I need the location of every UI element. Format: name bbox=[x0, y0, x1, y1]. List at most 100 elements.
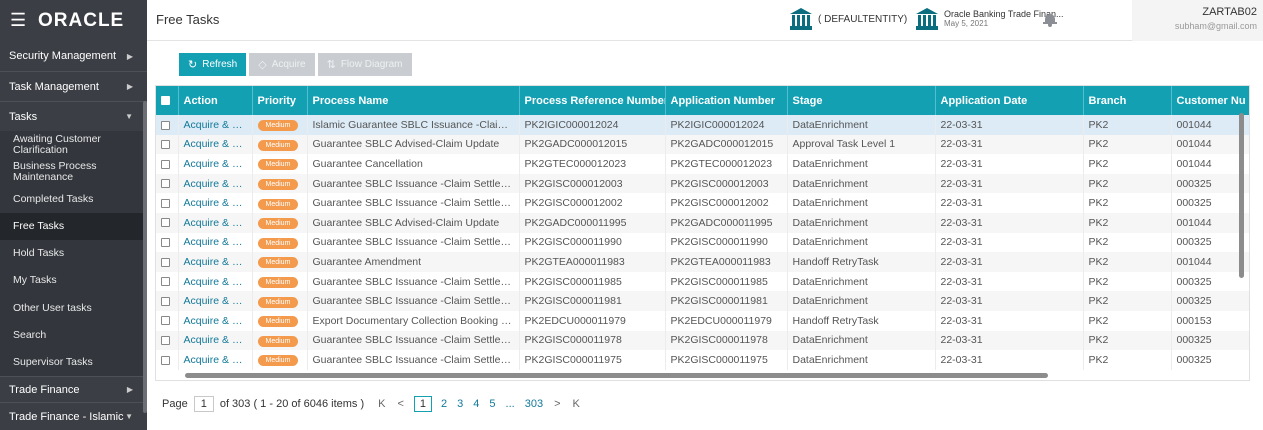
refresh-button[interactable]: ↻ Refresh bbox=[179, 53, 247, 76]
table-row[interactable]: Acquire & E... Medium Guarantee SBLC Issua… bbox=[156, 271, 1249, 292]
acquire-edit-link[interactable]: Acquire & E... bbox=[178, 310, 253, 331]
row-checkbox[interactable] bbox=[156, 330, 179, 351]
row-checkbox[interactable] bbox=[156, 232, 179, 253]
table-cell: Guarantee SBLC Issuance -Claim Settlemen… bbox=[307, 193, 520, 213]
page-ellipsis[interactable]: ... bbox=[506, 398, 515, 410]
column-header[interactable]: Process Name bbox=[307, 86, 520, 115]
priority-badge: Medium bbox=[257, 120, 299, 132]
table-cell: PK2 bbox=[1083, 115, 1172, 135]
table-row[interactable]: Acquire & E... Medium Guarantee SBLC Issua… bbox=[156, 173, 1249, 194]
row-checkbox[interactable] bbox=[156, 134, 179, 155]
table-cell: 22-03-31 bbox=[935, 193, 1084, 213]
acquire-edit-link[interactable]: Acquire & E... bbox=[178, 134, 253, 155]
row-checkbox[interactable] bbox=[156, 212, 179, 233]
hamburger-icon[interactable]: ☰ bbox=[10, 10, 32, 31]
bank-selector[interactable]: Oracle Banking Trade Finan... May 5, 202… bbox=[916, 8, 1064, 30]
sidebar-item-trade-finance-islamic[interactable]: Trade Finance - Islamic ▼ bbox=[0, 403, 147, 430]
page-link[interactable]: 5 bbox=[489, 398, 495, 410]
column-header[interactable]: Application Number bbox=[665, 86, 788, 115]
table-cell: PK2GISC000011978 bbox=[519, 330, 666, 351]
row-checkbox[interactable] bbox=[156, 252, 179, 272]
row-checkbox[interactable] bbox=[156, 115, 179, 135]
table-row[interactable]: Acquire & E... Medium Guarantee Amendment P… bbox=[156, 252, 1249, 272]
sidebar-item-search[interactable]: Search bbox=[0, 322, 147, 349]
acquire-edit-link[interactable]: Acquire & E... bbox=[178, 115, 253, 135]
page-link[interactable]: 3 bbox=[457, 398, 463, 410]
sidebar-item-task-management[interactable]: Task Management ▶ bbox=[0, 72, 147, 101]
acquire-edit-link[interactable]: Acquire & E... bbox=[178, 173, 253, 194]
page-link[interactable]: 303 bbox=[525, 398, 543, 410]
acquire-edit-link[interactable]: Acquire & E... bbox=[178, 154, 253, 174]
page-link-current[interactable]: 1 bbox=[413, 396, 433, 412]
column-header[interactable]: Application Date bbox=[935, 86, 1084, 115]
first-page-icon[interactable]: K bbox=[378, 398, 385, 410]
page-link[interactable]: 2 bbox=[441, 398, 447, 410]
last-page-icon[interactable]: K bbox=[573, 398, 580, 410]
table-row[interactable]: Acquire & E... Medium Guarantee SBLC Issua… bbox=[156, 193, 1249, 213]
bank-icon bbox=[916, 8, 938, 30]
row-checkbox[interactable] bbox=[156, 173, 179, 194]
table-row[interactable]: Acquire & E... Medium Guarantee SBLC Advis… bbox=[156, 134, 1249, 155]
column-header[interactable]: Stage bbox=[787, 86, 936, 115]
acquire-edit-link[interactable]: Acquire & E... bbox=[178, 232, 253, 253]
acquire-edit-link[interactable]: Acquire & E... bbox=[178, 330, 253, 351]
table-row[interactable]: Acquire & E... Medium Export Documentary C… bbox=[156, 310, 1249, 331]
row-checkbox[interactable] bbox=[156, 154, 179, 174]
column-header[interactable]: Process Reference Number bbox=[519, 86, 666, 115]
column-header[interactable]: Branch bbox=[1083, 86, 1172, 115]
prev-page-icon[interactable]: < bbox=[397, 398, 403, 410]
bell-icon[interactable] bbox=[1043, 13, 1057, 27]
sidebar-item-label: Task Management bbox=[9, 80, 99, 93]
sidebar-item-security-management[interactable]: Security Management ▶ bbox=[0, 41, 147, 71]
table-row[interactable]: Acquire & E... Medium Guarantee SBLC Advis… bbox=[156, 212, 1249, 233]
sidebar-item-other-user-tasks[interactable]: Other User tasks bbox=[0, 294, 147, 322]
row-checkbox[interactable] bbox=[156, 310, 179, 331]
next-page-icon[interactable]: > bbox=[554, 398, 560, 410]
user-menu[interactable]: ZARTAB02 subham@gmail.com bbox=[1132, 0, 1263, 41]
row-checkbox[interactable] bbox=[156, 271, 179, 292]
table-row[interactable]: Acquire & E... Medium Guarantee SBLC Issua… bbox=[156, 330, 1249, 351]
sidebar-item-business-process-maintenance[interactable]: Business Process Maintenance bbox=[0, 158, 147, 185]
entity-label: ( DEFAULTENTITY) bbox=[818, 13, 908, 25]
table-row[interactable]: Acquire & E... Medium Guarantee Cancellati… bbox=[156, 154, 1249, 174]
row-checkbox[interactable] bbox=[156, 291, 179, 311]
table-row[interactable]: Acquire & E... Medium Guarantee SBLC Issua… bbox=[156, 350, 1249, 370]
toolbar: ↻ Refresh ◇ Acquire ⇅ Flow Diagram bbox=[179, 53, 415, 76]
table-row[interactable]: Acquire & E... Medium Guarantee SBLC Issua… bbox=[156, 291, 1249, 311]
sidebar-item-trade-finance[interactable]: Trade Finance ▶ bbox=[0, 377, 147, 402]
table-cell: PK2GISC000012003 bbox=[519, 173, 666, 194]
acquire-edit-link[interactable]: Acquire & E... bbox=[178, 271, 253, 292]
sidebar-item-hold-tasks[interactable]: Hold Tasks bbox=[0, 240, 147, 267]
sidebar-scrollbar[interactable] bbox=[143, 101, 147, 413]
table-cell: PK2 bbox=[1083, 252, 1172, 272]
acquire-edit-link[interactable]: Acquire & E... bbox=[178, 291, 253, 311]
page-input[interactable]: 1 bbox=[193, 396, 214, 412]
table-row[interactable]: Acquire & E... Medium Islamic Guarantee SB… bbox=[156, 115, 1249, 135]
entity-selector[interactable]: ( DEFAULTENTITY) bbox=[790, 8, 907, 30]
select-all-checkbox[interactable] bbox=[156, 86, 179, 115]
column-header[interactable]: Action bbox=[178, 86, 253, 115]
sidebar-item-awaiting-customer-clarification[interactable]: Awaiting Customer Clarification bbox=[0, 131, 147, 158]
acquire-button[interactable]: ◇ Acquire bbox=[249, 53, 315, 76]
row-checkbox[interactable] bbox=[156, 350, 179, 370]
column-header[interactable]: Customer Nu bbox=[1171, 86, 1249, 115]
sidebar-item-my-tasks[interactable]: My Tasks bbox=[0, 267, 147, 294]
table-row[interactable]: Acquire & E... Medium Guarantee SBLC Issua… bbox=[156, 232, 1249, 253]
horizontal-scrollbar[interactable] bbox=[185, 373, 1048, 378]
acquire-edit-link[interactable]: Acquire & E... bbox=[178, 252, 253, 272]
tasks-table: Action Priority Process Name Process Ref… bbox=[156, 86, 1249, 370]
acquire-edit-link[interactable]: Acquire & E... bbox=[178, 212, 253, 233]
flow-diagram-button[interactable]: ⇅ Flow Diagram bbox=[317, 53, 412, 76]
sidebar-item-tasks[interactable]: Tasks ▼ bbox=[0, 102, 147, 131]
page-link[interactable]: 4 bbox=[473, 398, 479, 410]
table-cell: Guarantee SBLC Issuance -Claim Settlemen… bbox=[307, 232, 520, 253]
acquire-edit-link[interactable]: Acquire & E... bbox=[178, 350, 253, 370]
sidebar-item-supervisor-tasks[interactable]: Supervisor Tasks bbox=[0, 349, 147, 376]
row-checkbox[interactable] bbox=[156, 193, 179, 213]
vertical-scrollbar[interactable] bbox=[1239, 113, 1244, 278]
column-header[interactable]: Priority bbox=[252, 86, 308, 115]
sidebar-item-completed-tasks[interactable]: Completed Tasks bbox=[0, 185, 147, 213]
table-cell: 22-03-31 bbox=[935, 291, 1084, 311]
sidebar-item-free-tasks[interactable]: Free Tasks bbox=[0, 213, 147, 240]
acquire-edit-link[interactable]: Acquire & E... bbox=[178, 193, 253, 213]
